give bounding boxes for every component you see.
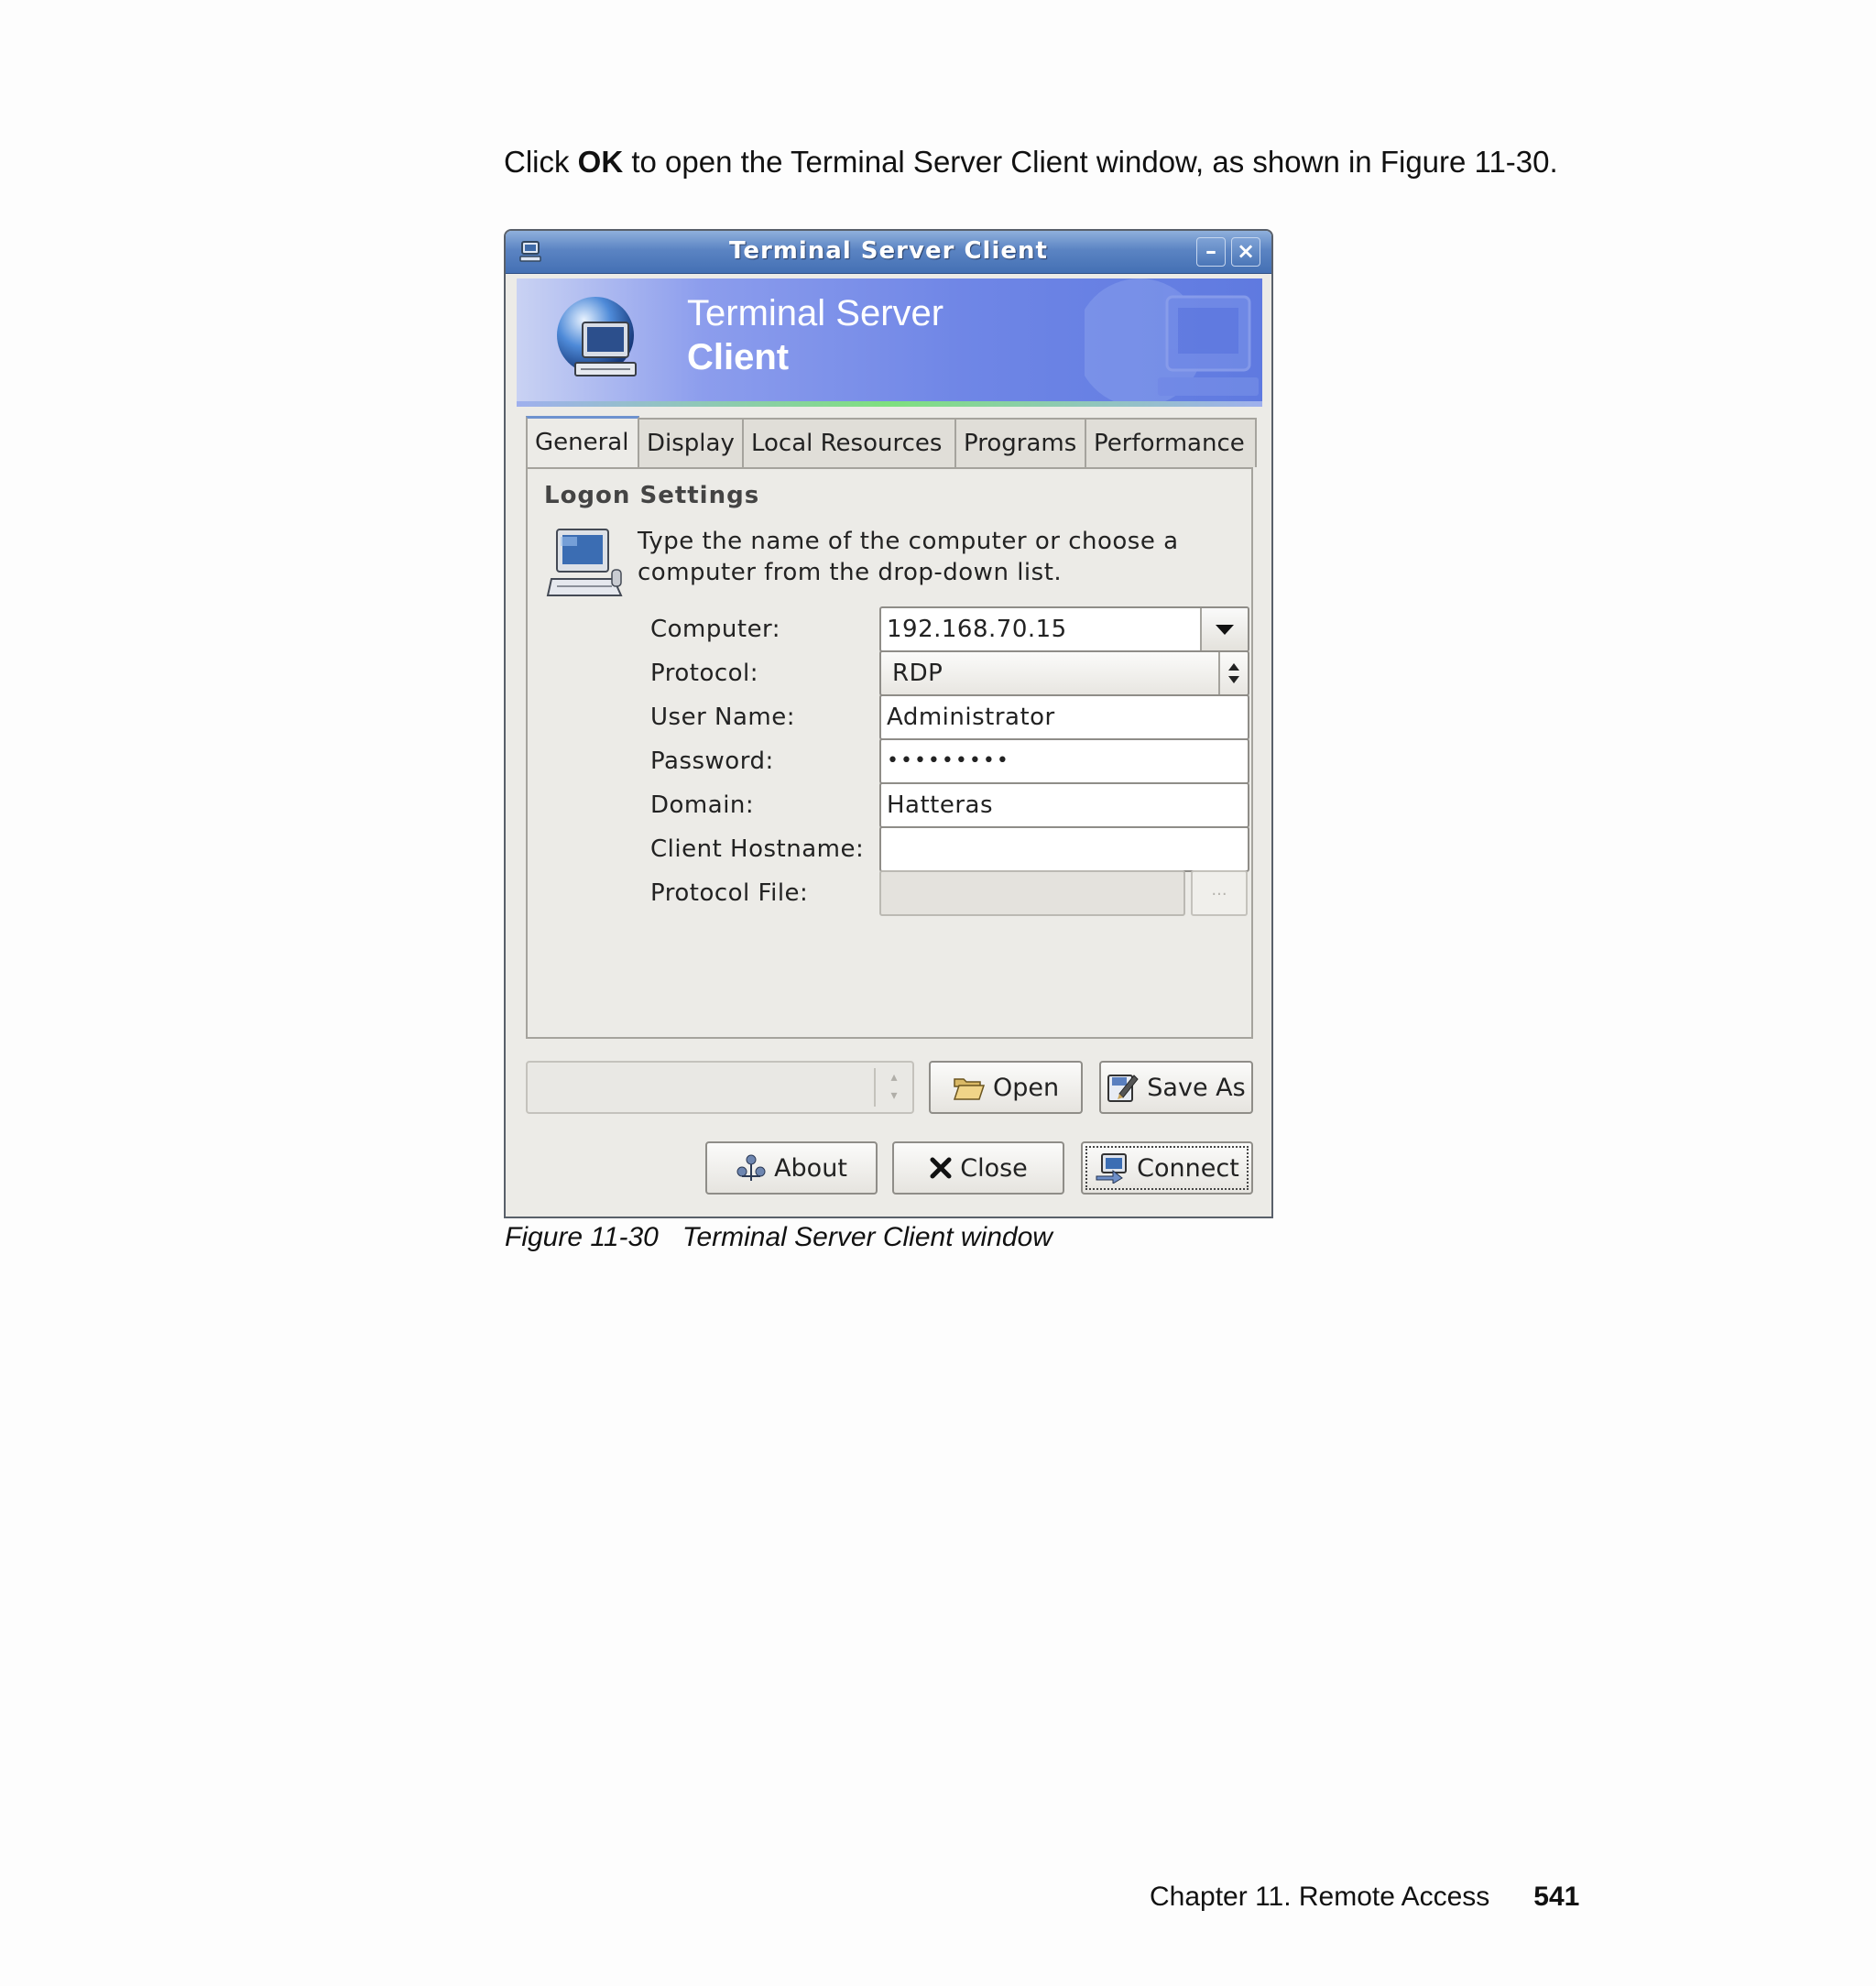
protocol-select[interactable]: RDP	[879, 650, 1249, 696]
window-title: Terminal Server Client	[729, 237, 1048, 265]
page-footer: Chapter 11. Remote Access 541	[1150, 1882, 1579, 1913]
username-input[interactable]: Administrator	[879, 694, 1249, 740]
protocol-label: Protocol:	[650, 660, 759, 687]
terminal-server-client-window: Terminal Server Client – × Terminal Serv…	[504, 229, 1273, 1218]
connect-button[interactable]: Connect	[1081, 1141, 1253, 1195]
tab-performance[interactable]: Performance	[1085, 418, 1257, 467]
save-as-label: Save As	[1147, 1073, 1246, 1102]
domain-label: Domain:	[650, 791, 755, 819]
intro-ok-bold: OK	[577, 145, 624, 179]
footer-chapter: Chapter 11. Remote Access	[1150, 1882, 1490, 1912]
protocol-file-input[interactable]	[879, 870, 1185, 916]
intro-text-before: Click	[504, 145, 578, 179]
client-hostname-input[interactable]	[879, 826, 1249, 872]
window-close-button[interactable]: ×	[1231, 237, 1260, 267]
username-label: User Name:	[650, 704, 795, 731]
connect-label: Connect	[1137, 1153, 1239, 1183]
about-label: About	[774, 1153, 847, 1183]
browse-button[interactable]: ...	[1191, 870, 1248, 916]
spin-arrows-icon[interactable]: ▴ ▾	[874, 1068, 912, 1107]
computer-icon	[546, 529, 623, 596]
connect-icon	[1096, 1153, 1128, 1184]
protocol-value[interactable]: RDP	[892, 660, 943, 687]
computer-watermark-icon	[1085, 278, 1259, 407]
open-label: Open	[992, 1073, 1060, 1102]
open-button[interactable]: Open	[929, 1061, 1083, 1114]
banner-accent-line	[517, 401, 1262, 407]
computer-label: Computer:	[650, 616, 781, 643]
folder-open-icon	[953, 1078, 985, 1100]
banner-title-line1: Terminal Server	[687, 293, 944, 333]
close-button[interactable]: Close	[892, 1141, 1064, 1195]
about-button[interactable]: About	[705, 1141, 878, 1195]
computer-dropdown-button[interactable]	[1200, 608, 1248, 650]
caption-figure-number: Figure 11-30	[505, 1222, 659, 1252]
domain-input[interactable]: Hatteras	[879, 782, 1249, 828]
section-title: Logon Settings	[544, 482, 760, 509]
save-as-button[interactable]: Save As	[1099, 1061, 1253, 1114]
app-banner: Terminal Server Client	[517, 278, 1262, 407]
tab-local-resources[interactable]: Local Resources	[742, 418, 956, 467]
window-titlebar[interactable]: Terminal Server Client – ×	[506, 231, 1271, 274]
computer-combo[interactable]: 192.168.70.15	[879, 606, 1249, 652]
intro-paragraph: Click OK to open the Terminal Server Cli…	[504, 145, 1558, 180]
protocol-file-label: Protocol File:	[650, 879, 809, 907]
people-network-icon	[736, 1154, 766, 1181]
chevron-down-icon	[1216, 625, 1234, 635]
client-hostname-label: Client Hostname:	[650, 835, 865, 863]
password-input[interactable]: •••••••••	[879, 738, 1249, 784]
tab-programs[interactable]: Programs	[954, 418, 1086, 467]
password-label: Password:	[650, 747, 774, 775]
tab-display[interactable]: Display	[638, 418, 744, 467]
caption-title: Terminal Server Client window	[682, 1222, 1053, 1252]
close-label: Close	[960, 1153, 1028, 1183]
globe-computer-icon	[557, 297, 637, 376]
tab-bar: General Display Local Resources Programs…	[526, 416, 1257, 469]
save-as-icon	[1107, 1075, 1139, 1102]
tab-general[interactable]: General	[526, 416, 639, 469]
figure-caption: Figure 11-30 Terminal Server Client windo…	[505, 1222, 1053, 1253]
protocol-select-arrows[interactable]	[1218, 652, 1248, 694]
logon-description: Type the name of the computer or choose …	[638, 528, 1179, 586]
general-tab-panel: Logon Settings Type the name of the comp…	[526, 467, 1253, 1039]
footer-page-number: 541	[1533, 1882, 1580, 1912]
up-down-arrows-icon	[1228, 663, 1239, 683]
minimize-button[interactable]: –	[1196, 237, 1226, 267]
intro-text-after: to open the Terminal Server Client windo…	[623, 145, 1558, 179]
computer-value[interactable]: 192.168.70.15	[887, 616, 1067, 643]
banner-title-line2: Client	[687, 337, 790, 377]
profile-file-combo[interactable]: ▴ ▾	[526, 1061, 914, 1114]
close-icon	[930, 1157, 952, 1179]
